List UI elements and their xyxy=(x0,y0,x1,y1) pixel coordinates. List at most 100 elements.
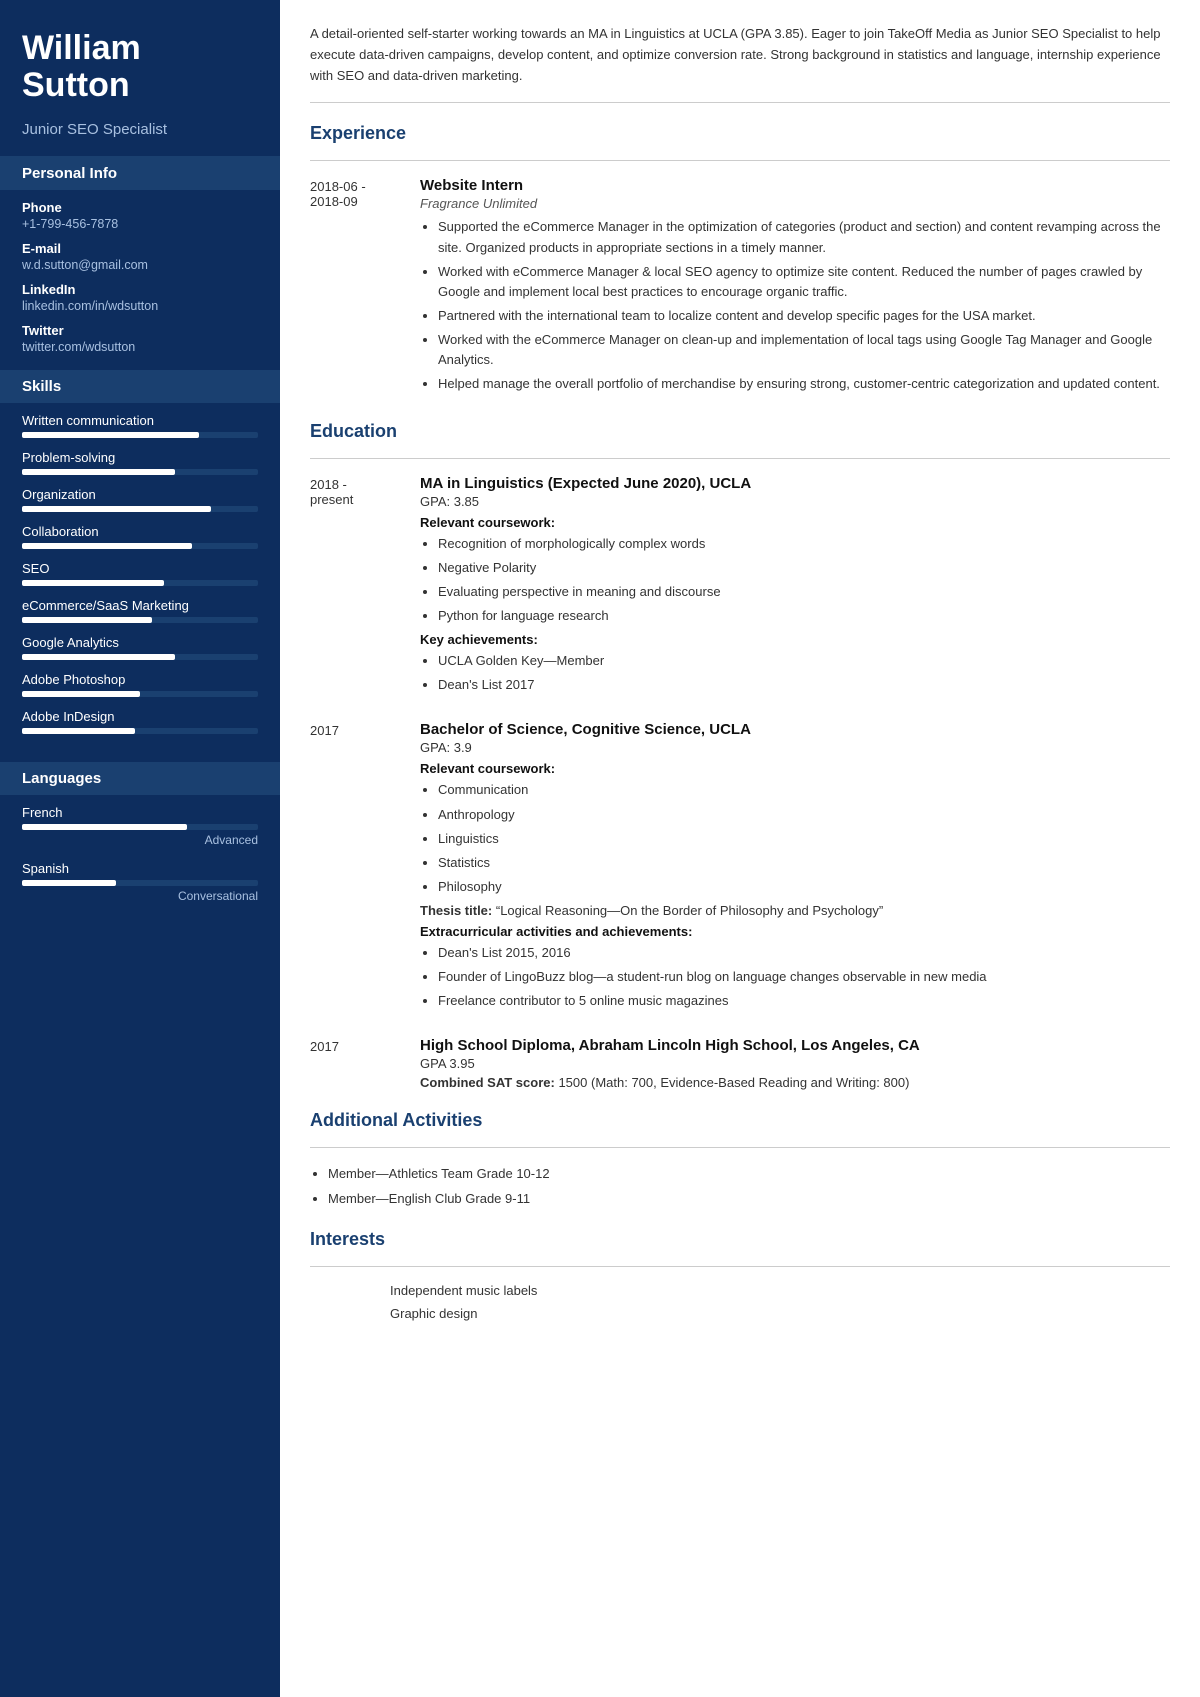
education-divider xyxy=(310,458,1170,459)
interests-divider xyxy=(310,1266,1170,1267)
education-detail: High School Diploma, Abraham Lincoln Hig… xyxy=(420,1037,1170,1090)
activities-list: Member—Athletics Team Grade 10-12 Member—… xyxy=(310,1164,1170,1208)
bullet: Worked with eCommerce Manager & local SE… xyxy=(438,262,1170,302)
skill-bar xyxy=(22,506,258,512)
skill-bar xyxy=(22,654,258,660)
summary: A detail-oriented self-starter working t… xyxy=(310,24,1170,103)
coursework-item: Linguistics xyxy=(438,829,1170,849)
bullet: Worked with the eCommerce Manager on cle… xyxy=(438,330,1170,370)
main-content: A detail-oriented self-starter working t… xyxy=(280,0,1200,1697)
skill-name: Adobe Photoshop xyxy=(22,672,258,687)
experience-date: 2018-06 -2018-09 xyxy=(310,177,420,400)
education-date: 2017 xyxy=(310,1037,420,1090)
skill-item: SEO xyxy=(22,561,258,586)
gpa: GPA 3.95 xyxy=(420,1056,1170,1071)
skill-item: eCommerce/SaaS Marketing xyxy=(22,598,258,623)
skill-name: Problem-solving xyxy=(22,450,258,465)
coursework-list: CommunicationAnthropologyLinguisticsStat… xyxy=(420,780,1170,897)
degree-title: High School Diploma, Abraham Lincoln Hig… xyxy=(420,1037,1170,1054)
phone-value: +1-799-456-7878 xyxy=(22,217,258,231)
languages-content: French Advanced Spanish Conversational xyxy=(0,805,280,933)
coursework-item: Evaluating perspective in meaning and di… xyxy=(438,582,1170,602)
experience-item: 2018-06 -2018-09 Website Intern Fragranc… xyxy=(310,177,1170,400)
coursework-item: Python for language research xyxy=(438,606,1170,626)
experience-list: 2018-06 -2018-09 Website Intern Fragranc… xyxy=(310,177,1170,400)
skill-name: Adobe InDesign xyxy=(22,709,258,724)
education-detail: MA in Linguistics (Expected June 2020), … xyxy=(420,475,1170,702)
achievement-item: Dean's List 2017 xyxy=(438,675,1170,695)
education-item: 2018 -present MA in Linguistics (Expecte… xyxy=(310,475,1170,702)
skill-bar xyxy=(22,580,258,586)
experience-bullets: Supported the eCommerce Manager in the o… xyxy=(420,217,1170,394)
achievements-label: Key achievements: xyxy=(420,632,1170,647)
coursework-item: Communication xyxy=(438,780,1170,800)
interest-item: Independent music labels xyxy=(310,1283,1170,1298)
education-date: 2017 xyxy=(310,721,420,1017)
skill-name: Google Analytics xyxy=(22,635,258,650)
personal-info-heading: Personal Info xyxy=(0,157,280,190)
education-section-title: Education xyxy=(310,421,1170,446)
coursework-item: Recognition of morphologically complex w… xyxy=(438,534,1170,554)
coursework-item: Negative Polarity xyxy=(438,558,1170,578)
skill-bar xyxy=(22,617,258,623)
coursework-item: Philosophy xyxy=(438,877,1170,897)
bullet: Partnered with the international team to… xyxy=(438,306,1170,326)
sidebar-name-block: William Sutton xyxy=(0,0,280,115)
coursework-label: Relevant coursework: xyxy=(420,515,1170,530)
coursework-item: Statistics xyxy=(438,853,1170,873)
skill-bar xyxy=(22,469,258,475)
skill-bar xyxy=(22,728,258,734)
extracurricular-item: Founder of LingoBuzz blog—a student-run … xyxy=(438,967,1170,987)
language-item: French Advanced xyxy=(22,805,258,847)
extracurricular-list: Dean's List 2015, 2016 Founder of LingoBu… xyxy=(420,943,1170,1011)
experience-section-title: Experience xyxy=(310,123,1170,148)
skill-name: SEO xyxy=(22,561,258,576)
skills-heading: Skills xyxy=(0,370,280,403)
personal-info-content: Phone +1-799-456-7878 E-mail w.d.sutton@… xyxy=(0,200,280,370)
education-date: 2018 -present xyxy=(310,475,420,702)
skills-content: Written communication Problem-solving Or… xyxy=(0,413,280,762)
skill-item: Adobe Photoshop xyxy=(22,672,258,697)
job-title: Website Intern xyxy=(420,177,1170,194)
coursework-label: Relevant coursework: xyxy=(420,761,1170,776)
email-value: w.d.sutton@gmail.com xyxy=(22,258,258,272)
language-name: Spanish xyxy=(22,861,258,876)
twitter-label: Twitter xyxy=(22,323,258,338)
experience-divider xyxy=(310,160,1170,161)
language-bar xyxy=(22,880,258,886)
skill-name: Collaboration xyxy=(22,524,258,539)
job-title: Junior SEO Specialist xyxy=(0,115,280,157)
bullet: Helped manage the overall portfolio of m… xyxy=(438,374,1170,394)
skill-bar xyxy=(22,432,258,438)
achievements-list: UCLA Golden Key—Member Dean's List 2017 xyxy=(420,651,1170,695)
linkedin-label: LinkedIn xyxy=(22,282,258,297)
interest-item: Graphic design xyxy=(310,1306,1170,1321)
degree-title: Bachelor of Science, Cognitive Science, … xyxy=(420,721,1170,738)
skill-bar xyxy=(22,691,258,697)
full-name: William Sutton xyxy=(22,30,258,105)
education-detail: Bachelor of Science, Cognitive Science, … xyxy=(420,721,1170,1017)
language-bar xyxy=(22,824,258,830)
skill-item: Organization xyxy=(22,487,258,512)
interests-section-title: Interests xyxy=(310,1229,1170,1254)
achievement-item: UCLA Golden Key—Member xyxy=(438,651,1170,671)
activity-item: Member—English Club Grade 9-11 xyxy=(328,1189,1170,1209)
skill-name: Organization xyxy=(22,487,258,502)
language-name: French xyxy=(22,805,258,820)
interests-content: Independent music labels Graphic design xyxy=(310,1283,1170,1321)
sat-score: Combined SAT score: 1500 (Math: 700, Evi… xyxy=(420,1075,1170,1090)
skill-name: eCommerce/SaaS Marketing xyxy=(22,598,258,613)
experience-detail: Website Intern Fragrance Unlimited Suppo… xyxy=(420,177,1170,400)
coursework-list: Recognition of morphologically complex w… xyxy=(420,534,1170,627)
skill-bar xyxy=(22,543,258,549)
education-item: 2017 High School Diploma, Abraham Lincol… xyxy=(310,1037,1170,1090)
bullet: Supported the eCommerce Manager in the o… xyxy=(438,217,1170,257)
activity-item: Member—Athletics Team Grade 10-12 xyxy=(328,1164,1170,1184)
extracurricular-item: Dean's List 2015, 2016 xyxy=(438,943,1170,963)
gpa: GPA: 3.9 xyxy=(420,740,1170,755)
phone-label: Phone xyxy=(22,200,258,215)
education-item: 2017 Bachelor of Science, Cognitive Scie… xyxy=(310,721,1170,1017)
email-label: E-mail xyxy=(22,241,258,256)
extracurricular-item: Freelance contributor to 5 online music … xyxy=(438,991,1170,1011)
language-level: Conversational xyxy=(22,889,258,903)
